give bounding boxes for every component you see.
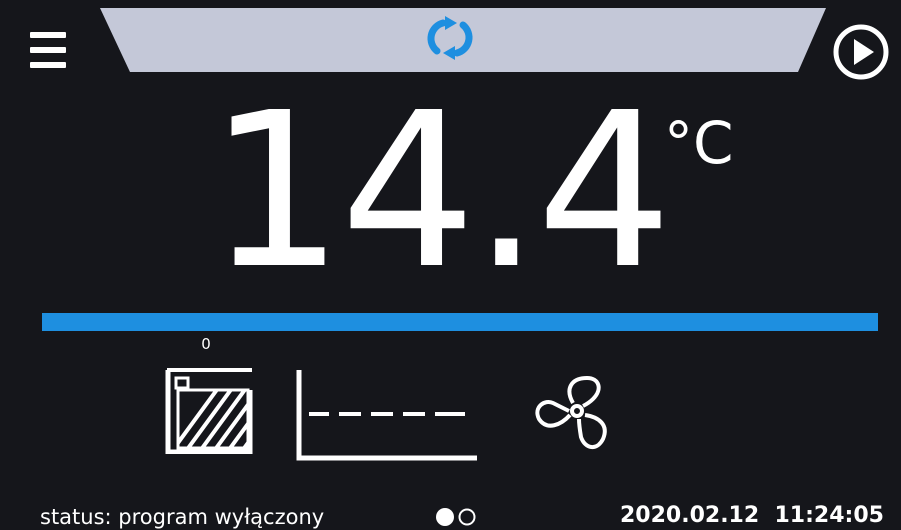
page-dot[interactable] [458,508,476,526]
page-dot-active[interactable] [436,508,454,526]
temperature-graph-icon[interactable] [295,370,477,462]
heater-icon [165,368,253,454]
date-time: 2020.02.12 11:24:05 [620,503,884,528]
program-status: status: program wyłączony [40,505,325,529]
play-circle-icon[interactable] [833,24,889,80]
menu-button[interactable] [28,28,68,72]
controller-screen: 14.4 °C 0 status: program wyłączony 2020… [0,0,901,530]
temperature-unit: °C [664,109,734,177]
heater-level-value: 0 [201,335,211,353]
page-indicator[interactable] [434,506,488,528]
progress-fill [42,313,878,331]
progress-bar [42,313,878,331]
sync-cycle-icon[interactable] [423,16,477,60]
fan-icon [535,376,607,449]
temperature-value: 14.4 [208,67,672,316]
